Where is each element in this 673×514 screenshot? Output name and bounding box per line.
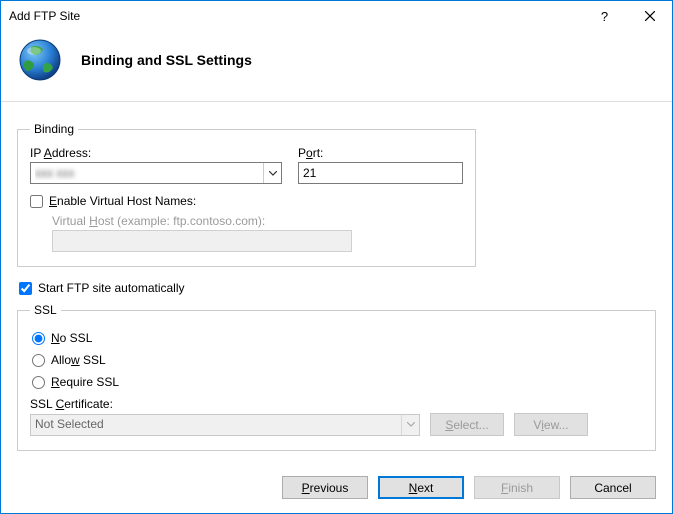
ip-address-combo[interactable] (30, 162, 282, 184)
close-icon (645, 11, 655, 21)
globe-icon (17, 37, 63, 83)
chevron-down-icon (401, 415, 419, 435)
dialog-window: Add FTP Site ? Binding and SSL Settings (0, 0, 673, 514)
ssl-certificate-value: Not Selected (31, 415, 401, 435)
enable-virtual-host-checkbox[interactable] (30, 195, 43, 208)
ssl-group: SSL No SSL Allow SSL Require SSL SSL Cer… (17, 303, 656, 451)
finish-button: Finish (474, 476, 560, 499)
ssl-certificate-combo: Not Selected (30, 414, 420, 436)
previous-button[interactable]: Previous (282, 476, 368, 499)
require-ssl-label: Require SSL (51, 375, 119, 389)
ssl-legend: SSL (30, 303, 61, 317)
binding-legend: Binding (30, 122, 78, 136)
window-title: Add FTP Site (9, 9, 582, 23)
titlebar: Add FTP Site ? (1, 1, 672, 31)
virtual-host-input (52, 230, 352, 252)
ip-address-label: IP Address: (30, 146, 282, 160)
page-title: Binding and SSL Settings (81, 52, 252, 68)
virtual-host-label: Virtual Host (example: ftp.contoso.com): (52, 214, 463, 228)
help-button[interactable]: ? (582, 1, 627, 31)
content-area: Binding IP Address: Port: (1, 102, 672, 451)
cancel-button[interactable]: Cancel (570, 476, 656, 499)
select-certificate-button: Select... (430, 413, 504, 436)
no-ssl-radio[interactable] (32, 332, 45, 345)
view-certificate-button: View... (514, 413, 588, 436)
wizard-header: Binding and SSL Settings (1, 31, 672, 102)
chevron-down-icon[interactable] (263, 163, 281, 183)
wizard-footer: Previous Next Finish Cancel (282, 476, 656, 499)
close-button[interactable] (627, 1, 672, 31)
port-label: Port: (298, 146, 463, 160)
allow-ssl-radio[interactable] (32, 354, 45, 367)
start-automatically-checkbox[interactable] (19, 282, 32, 295)
no-ssl-label: No SSL (51, 331, 92, 345)
start-automatically-label: Start FTP site automatically (38, 281, 185, 295)
enable-virtual-host-label: Enable Virtual Host Names: (49, 194, 196, 208)
ssl-certificate-label: SSL Certificate: (30, 397, 643, 411)
next-button[interactable]: Next (378, 476, 464, 499)
allow-ssl-label: Allow SSL (51, 353, 106, 367)
binding-group: Binding IP Address: Port: (17, 122, 476, 267)
require-ssl-radio[interactable] (32, 376, 45, 389)
port-input[interactable] (298, 162, 463, 184)
help-icon: ? (601, 9, 608, 24)
ip-address-input[interactable] (31, 163, 263, 183)
